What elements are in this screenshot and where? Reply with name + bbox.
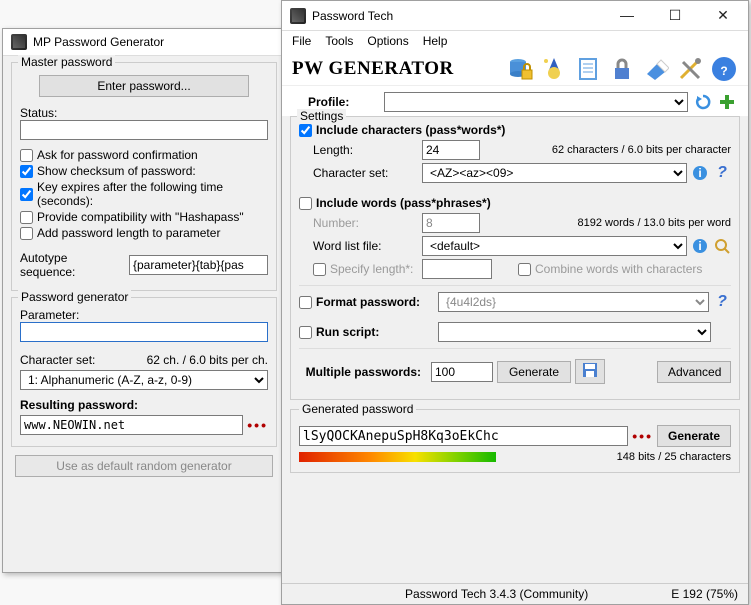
wizard-icon[interactable]: [540, 55, 568, 83]
generate-multi-button[interactable]: Generate: [497, 361, 571, 383]
chk-expires[interactable]: Key expires after the following time (se…: [20, 180, 268, 208]
close-button[interactable]: ✕: [706, 7, 740, 24]
entropy-text: 148 bits / 25 characters: [593, 451, 731, 463]
svg-text:i: i: [698, 166, 701, 180]
lock-icon[interactable]: [608, 55, 636, 83]
tools-icon[interactable]: [676, 55, 704, 83]
wordlist-info-icon[interactable]: i: [691, 237, 709, 255]
format-select[interactable]: {4u4l2ds}: [438, 292, 709, 312]
svg-text:?: ?: [720, 64, 727, 78]
include-words-checkbox[interactable]: Include words (pass*phrases*): [299, 196, 731, 210]
password-generator-group: Password generator Parameter: Character …: [11, 297, 277, 447]
autotype-field[interactable]: [129, 255, 268, 275]
profile-select[interactable]: [384, 92, 688, 112]
multiple-field[interactable]: [431, 362, 493, 382]
menu-options[interactable]: Options: [367, 34, 408, 48]
menu-help[interactable]: Help: [423, 34, 448, 48]
combine-checkbox[interactable]: Combine words with characters: [518, 262, 702, 276]
specify-length-checkbox[interactable]: Specify length*:: [313, 262, 418, 276]
length-stats: 62 characters / 6.0 bits per character: [484, 144, 731, 156]
generated-label: Generated password: [299, 402, 416, 416]
generated-field[interactable]: [299, 426, 628, 446]
runscript-select[interactable]: [438, 322, 711, 342]
menu-tools[interactable]: Tools: [325, 34, 353, 48]
reveal-icon[interactable]: •••: [247, 417, 268, 433]
wordlist-select[interactable]: <default>: [422, 236, 687, 256]
status-field[interactable]: [20, 120, 268, 140]
enter-password-button[interactable]: Enter password...: [39, 75, 249, 97]
toolbar: PW GENERATOR ?: [282, 51, 748, 86]
menu-file[interactable]: File: [292, 34, 311, 48]
help-icon[interactable]: ?: [710, 55, 738, 83]
parameter-label: Parameter:: [20, 308, 268, 322]
app-icon: [11, 34, 27, 50]
format-password-checkbox[interactable]: Format password:: [299, 295, 434, 309]
mp-charset-label: Character set:: [20, 353, 95, 367]
pw-generator-heading: PW GENERATOR: [292, 58, 454, 80]
charset-info-icon[interactable]: i: [691, 164, 709, 182]
mp-charset-stats: 62 ch. / 6.0 bits per ch.: [147, 353, 268, 367]
window-controls: — ☐ ✕: [610, 7, 740, 24]
gen-group-label: Password generator: [18, 290, 131, 304]
maximize-button[interactable]: ☐: [658, 7, 692, 24]
mp-window: MP Password Generator Master password En…: [2, 28, 286, 573]
minimize-button[interactable]: —: [610, 7, 644, 24]
chk-addlen[interactable]: Add password length to parameter: [20, 226, 268, 240]
settings-group: Settings Include characters (pass*words*…: [290, 116, 740, 400]
chk-confirm[interactable]: Ask for password confirmation: [20, 148, 268, 162]
number-label: Number:: [313, 216, 418, 230]
words-stats: 8192 words / 13.0 bits per word: [484, 217, 731, 229]
charset-help-icon[interactable]: ?: [713, 164, 731, 182]
document-icon[interactable]: [574, 55, 602, 83]
length-spinner[interactable]: [422, 140, 480, 160]
parameter-field[interactable]: [20, 322, 268, 342]
result-label: Resulting password:: [20, 398, 268, 412]
include-characters-checkbox[interactable]: Include characters (pass*words*): [299, 123, 731, 137]
settings-label: Settings: [297, 109, 346, 123]
status-right: E 192 (75%): [671, 587, 738, 601]
chk-checksum[interactable]: Show checksum of password:: [20, 164, 268, 178]
result-field[interactable]: [20, 415, 243, 435]
advanced-button[interactable]: Advanced: [657, 361, 731, 383]
app-icon: [290, 8, 306, 24]
profile-add-icon[interactable]: [718, 93, 736, 111]
entropy-bar: [299, 452, 589, 462]
statusbar: Password Tech 3.4.3 (Community) E 192 (7…: [282, 583, 748, 604]
format-help-icon[interactable]: ?: [713, 293, 731, 311]
profile-row: Profile:: [282, 86, 748, 116]
status-label: Status:: [20, 106, 268, 120]
autotype-label: Autotype sequence:: [20, 251, 125, 279]
specify-length-field[interactable]: [422, 259, 492, 279]
save-icon-button[interactable]: [575, 359, 605, 384]
mp-titlebar: MP Password Generator: [3, 29, 285, 56]
charset-select[interactable]: <AZ><az><09>: [422, 163, 687, 183]
number-spinner[interactable]: [422, 213, 480, 233]
database-lock-icon[interactable]: [506, 55, 534, 83]
svg-text:i: i: [698, 239, 701, 253]
mp-title: MP Password Generator: [33, 35, 164, 49]
wordlist-browse-icon[interactable]: [713, 237, 731, 255]
generated-password-group: Generated password ••• Generate 148 bits…: [290, 402, 740, 473]
pt-title: Password Tech: [312, 9, 393, 23]
charset-label: Character set:: [313, 166, 418, 180]
eraser-icon[interactable]: [642, 55, 670, 83]
pt-window: Password Tech — ☐ ✕ File Tools Options H…: [281, 0, 749, 605]
menubar: File Tools Options Help: [282, 31, 748, 51]
profile-refresh-icon[interactable]: [694, 93, 712, 111]
master-password-label: Master password: [18, 55, 115, 69]
reveal-generated-icon[interactable]: •••: [632, 428, 653, 444]
profile-label: Profile:: [308, 95, 378, 109]
generate-button[interactable]: Generate: [657, 425, 731, 447]
status-center: Password Tech 3.4.3 (Community): [405, 587, 588, 601]
length-label: Length:: [313, 143, 418, 157]
default-rng-button: Use as default random generator: [15, 455, 273, 477]
pt-titlebar: Password Tech — ☐ ✕: [282, 1, 748, 31]
wordlist-label: Word list file:: [313, 239, 418, 253]
mp-charset-select[interactable]: 1: Alphanumeric (A-Z, a-z, 0-9): [20, 370, 268, 390]
master-password-group: Master password Enter password... Status…: [11, 62, 277, 291]
chk-hashapass[interactable]: Provide compatibility with "Hashapass": [20, 210, 268, 224]
multiple-label: Multiple passwords:: [299, 365, 427, 379]
run-script-checkbox[interactable]: Run script:: [299, 325, 434, 339]
